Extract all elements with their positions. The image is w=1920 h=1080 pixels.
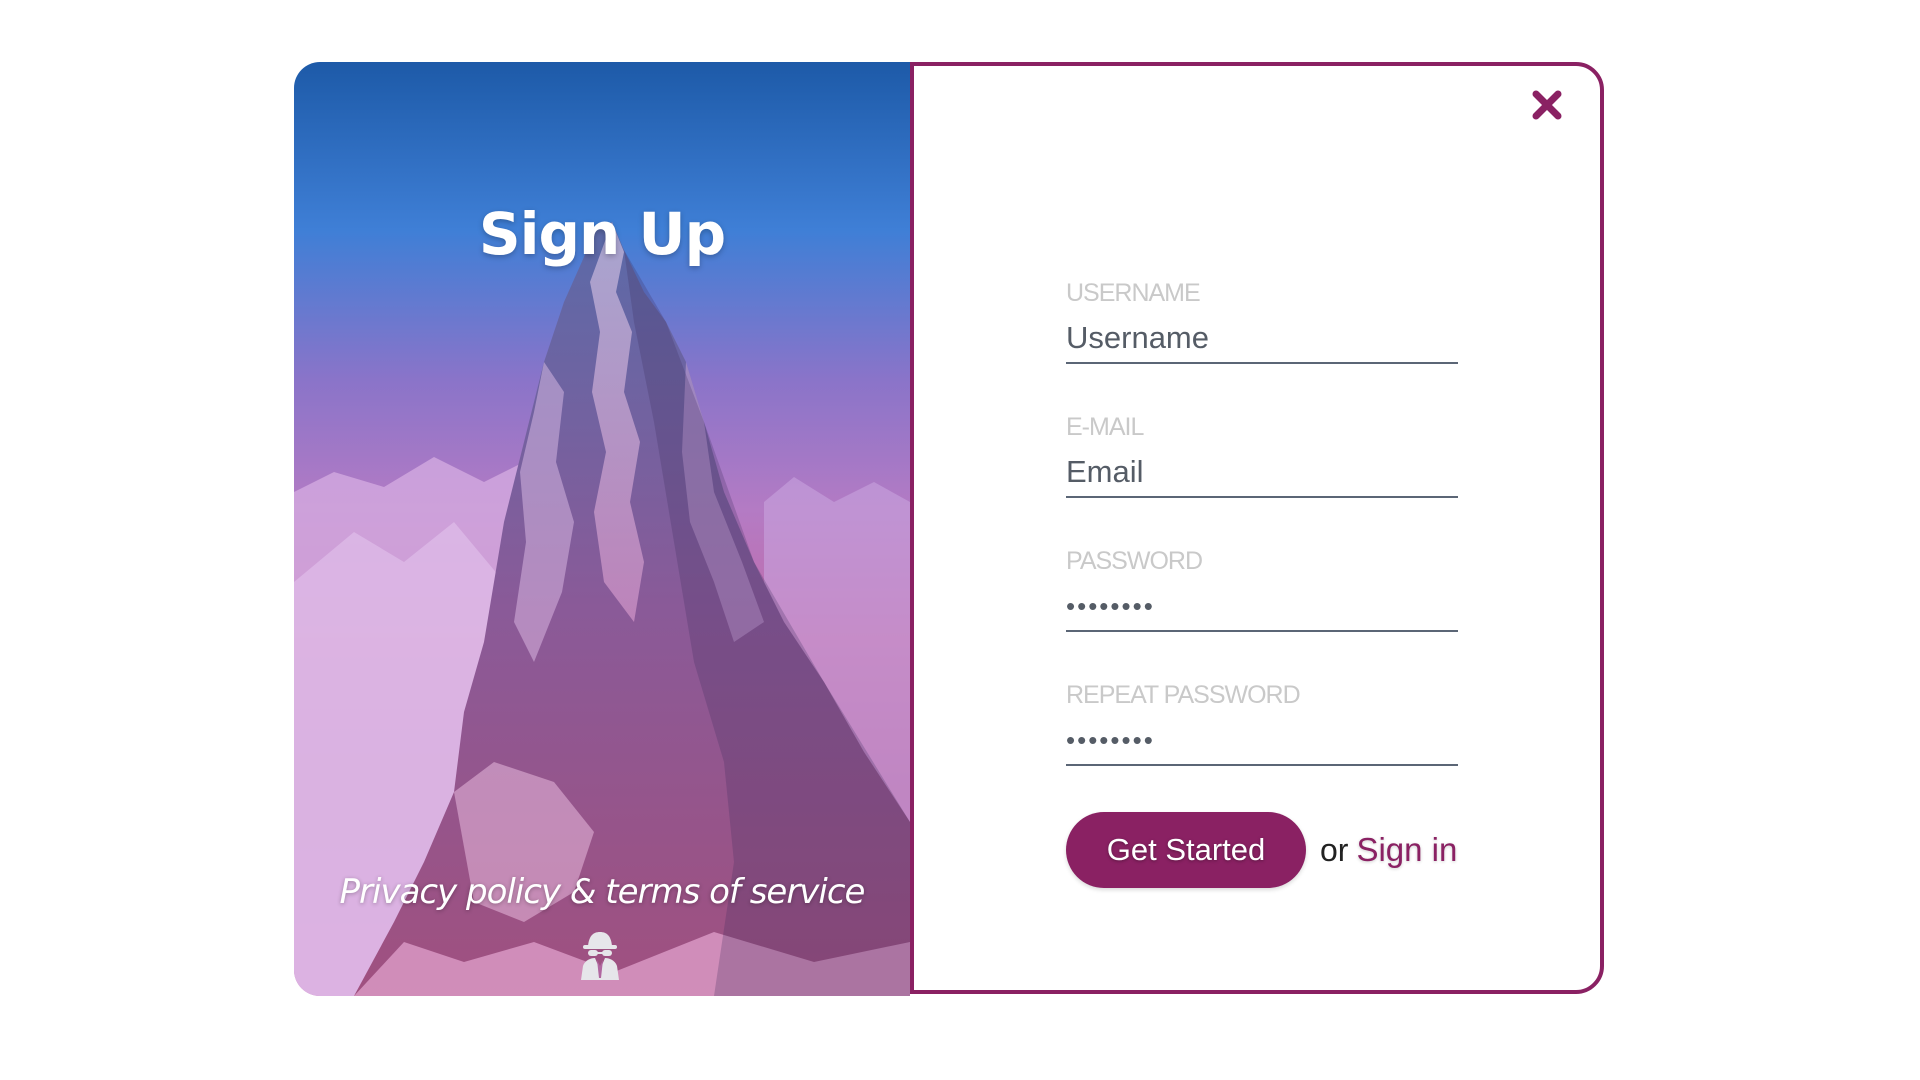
spy-icon [581,932,619,980]
or-text: or [1320,831,1349,868]
username-field-group: USERNAME [1066,278,1460,412]
form-actions: Get Started or Sign in [1066,812,1457,888]
signup-modal: Sign Up Privacy policy & terms of servic… [294,62,1614,1000]
email-input[interactable] [1066,446,1458,498]
page-title: Sign Up [478,200,726,268]
email-field-group: E-MAIL [1066,412,1460,546]
hero-image-panel: Sign Up Privacy policy & terms of servic… [294,62,910,996]
signup-form: USERNAME E-MAIL PASSWORD REPEAT PASSWORD [1066,278,1460,814]
username-label: USERNAME [1066,279,1201,307]
page: Sign Up Privacy policy & terms of servic… [0,0,1920,1080]
repeat-password-input[interactable] [1066,714,1458,766]
get-started-button[interactable]: Get Started [1066,812,1306,888]
sign-in-link[interactable]: Sign in [1356,831,1457,869]
username-input[interactable] [1066,312,1458,364]
email-label: E-MAIL [1066,413,1144,441]
repeat-password-field-group: REPEAT PASSWORD [1066,680,1460,814]
repeat-password-label: REPEAT PASSWORD [1066,681,1301,709]
password-label: PASSWORD [1066,547,1203,575]
close-icon[interactable] [1528,86,1566,124]
privacy-policy-link[interactable]: Privacy policy & terms of service [294,872,910,912]
password-input[interactable] [1066,580,1458,632]
password-field-group: PASSWORD [1066,546,1460,680]
form-panel: USERNAME E-MAIL PASSWORD REPEAT PASSWORD [910,62,1604,994]
